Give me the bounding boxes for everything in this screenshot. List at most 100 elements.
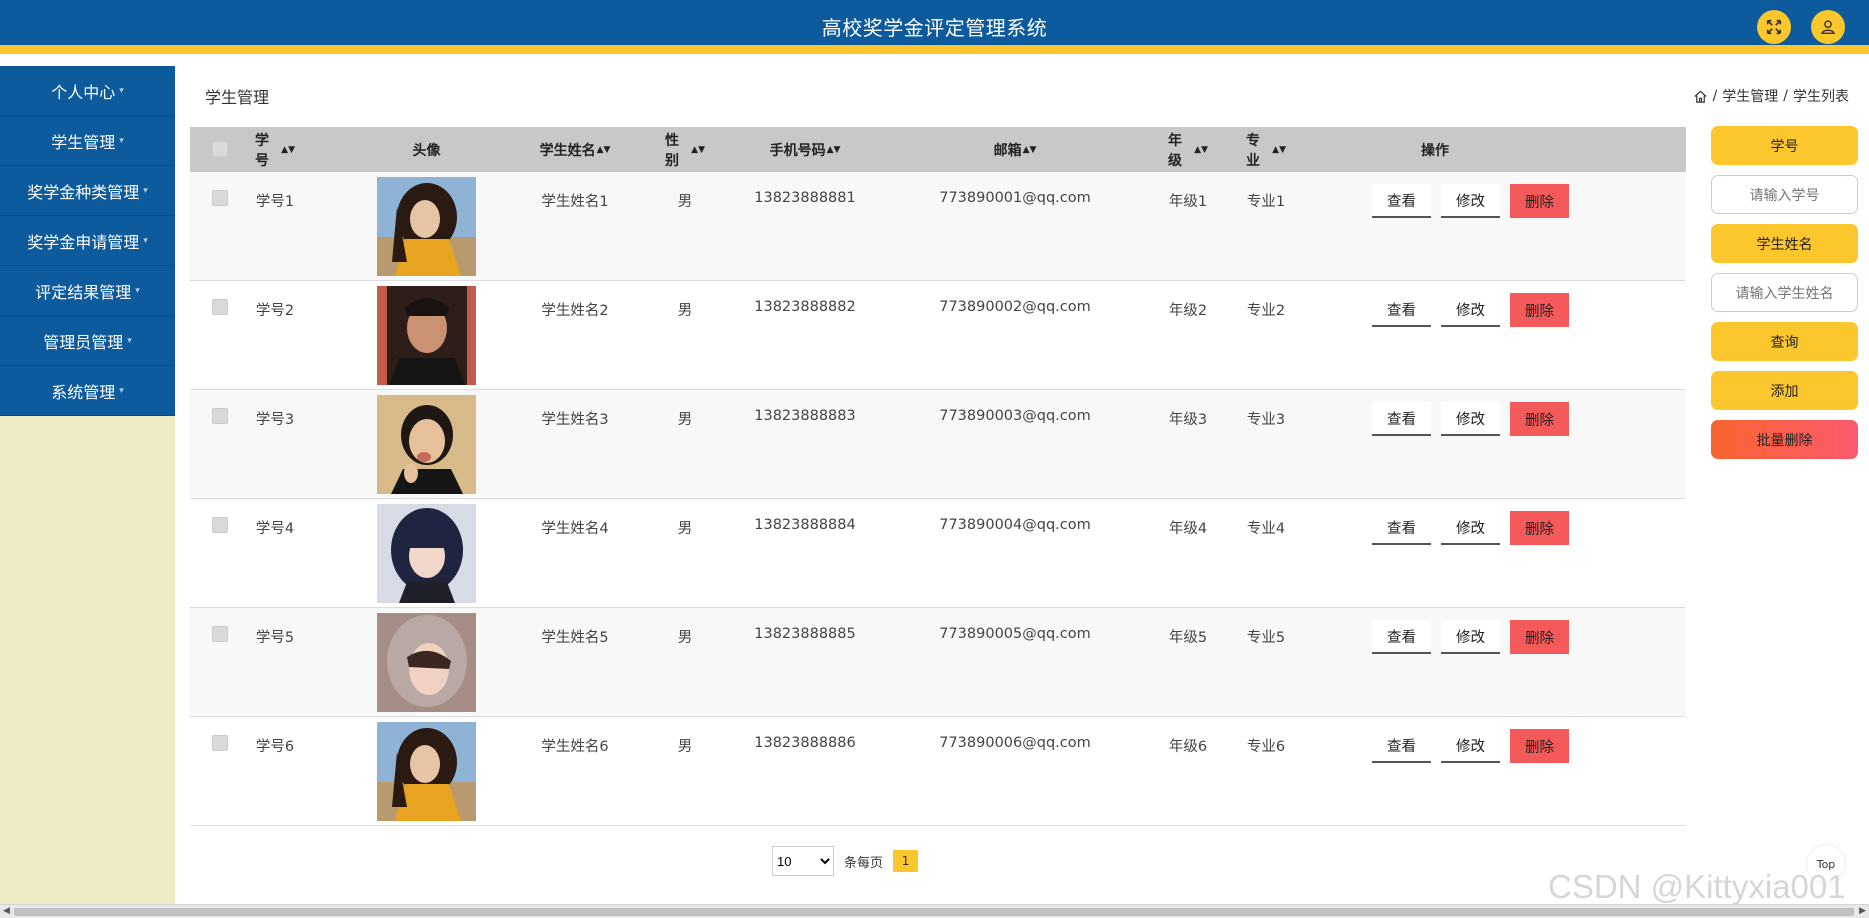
sidebar-item-label: 学生管理 (51, 132, 116, 152)
query-button[interactable]: 查询 (1711, 322, 1858, 361)
sidebar-item-label: 系统管理 (51, 382, 116, 402)
sidebar-item-admins[interactable]: 管理员管理 ▾ (0, 316, 175, 366)
sidebar-item-students[interactable]: 学生管理 ▾ (0, 116, 175, 166)
cell-phone: 13823888885 (754, 626, 856, 642)
scrollbar-thumb[interactable] (14, 908, 1854, 916)
delete-button[interactable]: 删除 (1510, 620, 1569, 654)
search-panel: 学号 学生姓名 查询 添加 批量删除 (1711, 126, 1858, 469)
user-menu-button[interactable] (1811, 10, 1845, 44)
header-label: 操作 (1421, 142, 1449, 159)
student-table: 学号 ▲▼ 头像 学生姓名 ▲▼ 性别 ▲▼ 手机号码 ▲▼ 邮箱 ▲▼ 年级 ▲▼ 专业 ▲… (190, 127, 1686, 826)
sidebar-item-profile[interactable]: 个人中心 ▾ (0, 66, 175, 116)
page-number-button[interactable]: 1 (893, 850, 919, 872)
cell-email: 773890001@qq.com (939, 190, 1091, 206)
column-header-grade[interactable]: 年级 ▲▼ (1168, 127, 1208, 172)
avatar (377, 504, 476, 603)
cell-major: 专业1 (1246, 194, 1286, 210)
breadcrumb-separator: / (1712, 88, 1718, 104)
delete-button[interactable]: 删除 (1510, 184, 1569, 218)
edit-button[interactable]: 修改 (1441, 729, 1500, 763)
sort-icon: ▲▼ (691, 144, 705, 155)
chevron-down-icon: ▾ (143, 235, 148, 246)
edit-button[interactable]: 修改 (1441, 511, 1500, 545)
cell-grade: 年级1 (1168, 194, 1208, 210)
header-label: 学号 (255, 132, 269, 169)
cell-id: 学号4 (255, 521, 295, 537)
view-button[interactable]: 查看 (1372, 402, 1431, 436)
delete-button[interactable]: 删除 (1510, 729, 1569, 763)
breadcrumb-item[interactable]: 学生管理 (1722, 86, 1778, 106)
scroll-right-icon[interactable]: ▶ (1859, 906, 1866, 916)
add-button[interactable]: 添加 (1711, 371, 1858, 410)
view-button[interactable]: 查看 (1372, 293, 1431, 327)
cell-major: 专业3 (1246, 412, 1286, 428)
sidebar-item-scholarship-types[interactable]: 奖学金种类管理 ▾ (0, 166, 175, 216)
cell-email: 773890005@qq.com (939, 626, 1091, 642)
row-checkbox[interactable] (212, 626, 228, 642)
column-header-ops: 操作 (1395, 127, 1475, 172)
view-button[interactable]: 查看 (1372, 184, 1431, 218)
fullscreen-button[interactable] (1757, 10, 1791, 44)
avatar (377, 722, 476, 821)
batch-delete-button[interactable]: 批量删除 (1711, 420, 1858, 459)
column-header-email[interactable]: 邮箱 ▲▼ (980, 127, 1050, 172)
cell-gender: 男 (677, 630, 693, 646)
select-all-checkbox[interactable] (212, 141, 228, 157)
delete-button[interactable]: 删除 (1510, 293, 1569, 327)
cell-gender: 男 (677, 412, 693, 428)
sort-icon: ▲▼ (281, 144, 295, 155)
chevron-down-icon: ▾ (119, 385, 124, 396)
column-header-phone[interactable]: 手机号码 ▲▼ (755, 127, 855, 172)
row-checkbox[interactable] (212, 190, 228, 206)
column-header-gender[interactable]: 性别 ▲▼ (665, 127, 705, 172)
edit-button[interactable]: 修改 (1441, 184, 1500, 218)
student-name-input[interactable] (1711, 273, 1858, 312)
header-label: 专业 (1246, 132, 1260, 169)
avatar-image (377, 613, 476, 712)
cell-gender: 男 (677, 303, 693, 319)
sort-icon: ▲▼ (1194, 144, 1208, 155)
table-header: 学号 ▲▼ 头像 学生姓名 ▲▼ 性别 ▲▼ 手机号码 ▲▼ 邮箱 ▲▼ 年级 ▲▼ 专业 ▲… (190, 127, 1686, 172)
cell-gender: 男 (677, 521, 693, 537)
scroll-left-icon[interactable]: ◀ (3, 906, 10, 916)
header-label: 年级 (1168, 132, 1182, 169)
cell-id: 学号2 (255, 303, 295, 319)
page-title: 学生管理 (205, 88, 270, 107)
chevron-down-icon: ▾ (135, 285, 140, 296)
table-row: 学号3 学生姓名3 男 13823888883 773890003@qq.com 年级3 专… (190, 390, 1686, 499)
row-checkbox[interactable] (212, 408, 228, 424)
edit-button[interactable]: 修改 (1441, 402, 1500, 436)
view-button[interactable]: 查看 (1372, 620, 1431, 654)
delete-button[interactable]: 删除 (1510, 511, 1569, 545)
page-size-select[interactable]: 10 (772, 846, 834, 876)
row-checkbox[interactable] (212, 735, 228, 751)
column-header-id[interactable]: 学号 ▲▼ (255, 127, 295, 172)
home-icon[interactable] (1693, 89, 1708, 104)
table-row: 学号6 学生姓名6 男 13823888886 773890006@qq.com 年级6 专… (190, 717, 1686, 826)
column-header-name[interactable]: 学生姓名 ▲▼ (535, 127, 615, 172)
horizontal-scrollbar[interactable]: ◀ ▶ (0, 904, 1869, 918)
avatar (377, 613, 476, 712)
student-id-input[interactable] (1711, 175, 1858, 214)
view-button[interactable]: 查看 (1372, 729, 1431, 763)
sort-icon: ▲▼ (1022, 144, 1037, 155)
top-header: 高校奖学金评定管理系统 (0, 0, 1869, 54)
sidebar-item-results[interactable]: 评定结果管理 ▾ (0, 266, 175, 316)
sidebar-item-system[interactable]: 系统管理 ▾ (0, 366, 175, 416)
sidebar-item-applications[interactable]: 奖学金申请管理 ▾ (0, 216, 175, 266)
row-checkbox[interactable] (212, 299, 228, 315)
edit-button[interactable]: 修改 (1441, 293, 1500, 327)
header-label: 邮箱 (993, 142, 1022, 159)
header-label: 学生姓名 (539, 142, 596, 159)
cell-id: 学号6 (255, 739, 295, 755)
avatar-image (377, 286, 476, 385)
table-row: 学号4 学生姓名4 男 13823888884 773890004@qq.com 年级4 专… (190, 499, 1686, 608)
edit-button[interactable]: 修改 (1441, 620, 1500, 654)
column-header-major[interactable]: 专业 ▲▼ (1246, 127, 1286, 172)
header-label: 头像 (412, 142, 441, 159)
sidebar-item-label: 管理员管理 (43, 332, 124, 352)
view-button[interactable]: 查看 (1372, 511, 1431, 545)
sidebar: 个人中心 ▾ 学生管理 ▾ 奖学金种类管理 ▾ 奖学金申请管理 ▾ 评定结果管理 ▾ 管理… (0, 66, 175, 918)
row-checkbox[interactable] (212, 517, 228, 533)
delete-button[interactable]: 删除 (1510, 402, 1569, 436)
